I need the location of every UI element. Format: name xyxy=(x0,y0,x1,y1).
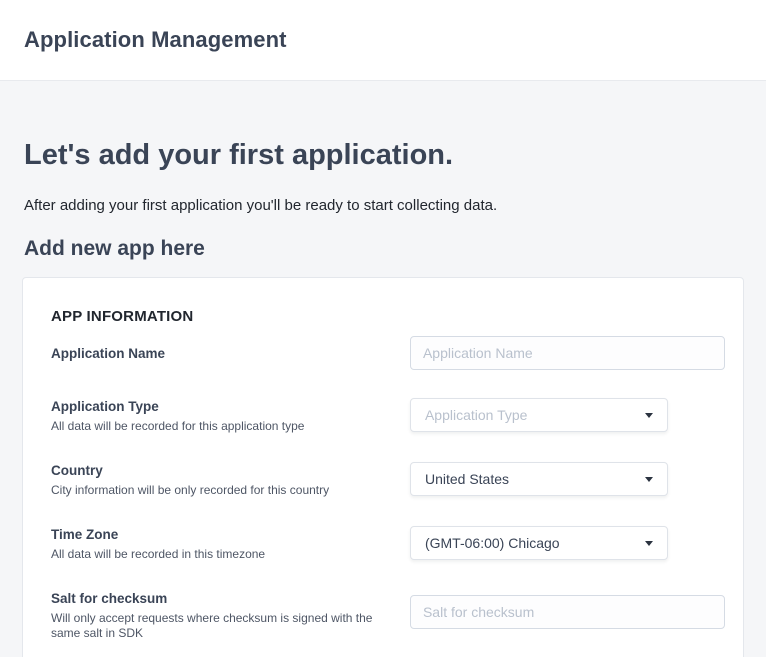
time-zone-select[interactable]: (GMT-06:00) Chicago xyxy=(410,526,668,560)
caret-down-icon xyxy=(645,413,653,418)
form-row-application-type: Application Type All data will be record… xyxy=(51,398,725,434)
country-label: Country xyxy=(51,462,390,479)
field-label-col: Salt for checksum Will only accept reque… xyxy=(51,590,410,641)
hero-subtitle: After adding your first application you'… xyxy=(24,197,744,215)
field-control-col: (GMT-06:00) Chicago xyxy=(410,526,725,560)
application-name-label: Application Name xyxy=(51,345,390,362)
app-form-card: APP INFORMATION Application Name Applica… xyxy=(22,277,744,657)
field-control-col: Application Type xyxy=(410,398,725,432)
page-title: Application Management xyxy=(24,27,287,53)
application-type-select-value: Application Type xyxy=(425,407,527,423)
time-zone-help: All data will be recorded in this timezo… xyxy=(51,547,383,562)
country-select[interactable]: United States xyxy=(410,462,668,496)
country-help: City information will be only recorded f… xyxy=(51,483,383,498)
field-label-col: Country City information will be only re… xyxy=(51,462,410,498)
salt-for-checksum-input[interactable] xyxy=(410,595,725,629)
form-section-heading: APP INFORMATION xyxy=(51,308,725,326)
field-control-col xyxy=(410,336,725,370)
time-zone-label: Time Zone xyxy=(51,526,390,543)
caret-down-icon xyxy=(645,541,653,546)
field-control-col: United States xyxy=(410,462,725,496)
application-name-input[interactable] xyxy=(410,336,725,370)
caret-down-icon xyxy=(645,477,653,482)
field-control-col xyxy=(410,590,725,629)
field-label-col: Application Type All data will be record… xyxy=(51,398,410,434)
form-row-salt-for-checksum: Salt for checksum Will only accept reque… xyxy=(51,590,725,641)
page-header: Application Management xyxy=(0,0,766,81)
hero-title: Let's add your first application. xyxy=(24,137,744,173)
form-row-time-zone: Time Zone All data will be recorded in t… xyxy=(51,526,725,562)
field-label-col: Time Zone All data will be recorded in t… xyxy=(51,526,410,562)
application-type-select[interactable]: Application Type xyxy=(410,398,668,432)
form-row-country: Country City information will be only re… xyxy=(51,462,725,498)
salt-for-checksum-label: Salt for checksum xyxy=(51,590,390,607)
content-area: Let's add your first application. After … xyxy=(0,137,766,657)
time-zone-select-value: (GMT-06:00) Chicago xyxy=(425,535,560,551)
country-select-value: United States xyxy=(425,471,509,487)
salt-for-checksum-help: Will only accept requests where checksum… xyxy=(51,611,383,641)
application-type-label: Application Type xyxy=(51,398,390,415)
application-type-help: All data will be recorded for this appli… xyxy=(51,419,383,434)
section-title: Add new app here xyxy=(24,235,744,262)
form-row-application-name: Application Name xyxy=(51,336,725,370)
field-label-col: Application Name xyxy=(51,345,410,362)
